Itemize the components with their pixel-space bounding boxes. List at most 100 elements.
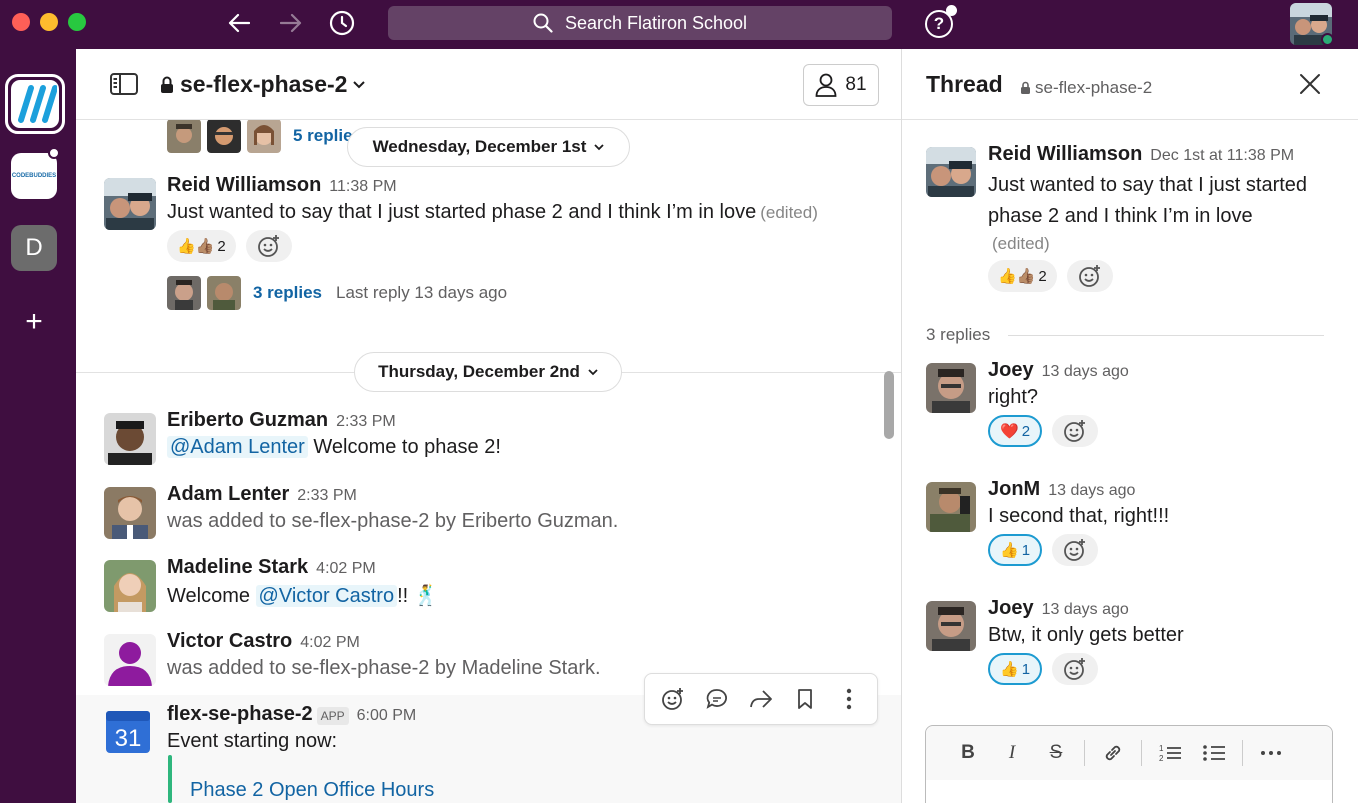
forward-arrow-icon[interactable]: [276, 8, 306, 38]
close-icon[interactable]: [1299, 73, 1323, 97]
search-icon: [533, 13, 553, 33]
user-mention[interactable]: @Victor Castro: [255, 585, 398, 607]
app-badge: APP: [316, 706, 349, 725]
members-button[interactable]: 81: [803, 64, 879, 106]
event-link[interactable]: Phase 2 Open Office Hours: [190, 779, 434, 802]
thread-summary[interactable]: 3 replies Last reply 13 days ago: [167, 276, 818, 310]
timestamp[interactable]: 13 days ago: [1048, 482, 1135, 499]
author-name[interactable]: Eriberto Guzman: [167, 409, 328, 431]
calendar-icon[interactable]: 31: [104, 707, 152, 755]
avatar[interactable]: [926, 601, 976, 651]
search-input[interactable]: Search Flatiron School: [388, 6, 892, 40]
plus-icon: +: [25, 305, 43, 338]
author-name[interactable]: flex-se-phase-2: [167, 703, 313, 725]
timestamp[interactable]: 4:02 PM: [300, 634, 360, 651]
help-notification-dot: [946, 5, 957, 16]
minimize-window-button[interactable]: [40, 13, 58, 31]
strikethrough-button[interactable]: S: [1034, 742, 1078, 764]
last-reply-text: Last reply 13 days ago: [336, 283, 508, 302]
thread-channel-name: se-flex-phase-2: [1035, 78, 1153, 97]
author-name[interactable]: Reid Williamson: [167, 174, 321, 196]
add-reaction-icon[interactable]: [1052, 534, 1099, 566]
workspace-codebuddies[interactable]: CODEBUDDIES: [11, 153, 57, 199]
share-arrow-icon[interactable]: [743, 681, 779, 717]
toolbar-divider: [1141, 740, 1142, 766]
timestamp[interactable]: 11:38 PM: [329, 178, 396, 195]
reaction-thumbs-up[interactable]: 👍👍🏽 2: [988, 260, 1057, 292]
maximize-window-button[interactable]: [68, 13, 86, 31]
add-reaction-icon[interactable]: [1052, 653, 1099, 685]
avatar[interactable]: [104, 413, 156, 465]
timestamp[interactable]: Dec 1st at 11:38 PM: [1150, 147, 1294, 164]
timestamp[interactable]: 6:00 PM: [357, 707, 417, 724]
reply-input[interactable]: [926, 780, 1332, 803]
author-name[interactable]: Madeline Stark: [167, 556, 308, 578]
channel-name: se-flex-phase-2: [180, 71, 348, 97]
emoji: ❤️: [1000, 423, 1019, 440]
reply-in-thread-icon[interactable]: [699, 681, 735, 717]
reply-avatar: [247, 119, 281, 153]
reaction-heart[interactable]: ❤️ 2: [988, 415, 1043, 447]
timestamp[interactable]: 4:02 PM: [316, 560, 376, 577]
author-name[interactable]: JonM: [988, 478, 1040, 500]
add-reaction-icon[interactable]: [1052, 415, 1099, 447]
avatar[interactable]: [926, 147, 976, 197]
avatar[interactable]: [104, 487, 156, 539]
workspace-d[interactable]: D: [11, 225, 57, 271]
ordered-list-icon[interactable]: 12: [1148, 742, 1192, 764]
add-reaction-icon[interactable]: [246, 230, 293, 262]
avatar[interactable]: [926, 482, 976, 532]
member-count: 81: [845, 74, 867, 95]
bullet-list-icon[interactable]: [1192, 742, 1236, 764]
add-reaction-icon[interactable]: [1067, 260, 1114, 292]
timestamp[interactable]: 2:33 PM: [297, 487, 357, 504]
codebuddies-logo: CODEBUDDIES: [11, 173, 57, 179]
author-name[interactable]: Victor Castro: [167, 630, 292, 652]
date-divider-button[interactable]: Wednesday, December 1st: [347, 127, 630, 167]
workspace-notification-dot: [48, 147, 60, 159]
author-name[interactable]: Adam Lenter: [167, 483, 289, 505]
author-name[interactable]: Joey: [988, 597, 1034, 619]
workspace-flatiron[interactable]: [5, 74, 65, 134]
user-mention[interactable]: @Adam Lenter: [167, 436, 308, 458]
timestamp[interactable]: 13 days ago: [1042, 601, 1129, 618]
timestamp[interactable]: 2:33 PM: [336, 413, 396, 430]
thread-channel-link[interactable]: se-flex-phase-2: [1020, 78, 1152, 98]
thread-title: Thread: [926, 71, 1003, 97]
add-reaction-icon[interactable]: [655, 681, 691, 717]
timestamp[interactable]: 13 days ago: [1042, 363, 1129, 380]
more-formatting-icon[interactable]: [1249, 750, 1293, 756]
avatar[interactable]: [104, 178, 156, 230]
event-attachment-bar: [168, 755, 172, 803]
message-text: Welcome to phase 2!: [307, 436, 501, 458]
close-window-button[interactable]: [12, 13, 30, 31]
reaction-thumbs-up[interactable]: 👍 1: [988, 653, 1043, 685]
replies-link[interactable]: 3 replies: [253, 283, 322, 303]
history-clock-icon[interactable]: [327, 8, 357, 38]
date-divider-button[interactable]: Thursday, December 2nd: [354, 352, 622, 392]
bookmark-icon[interactable]: [787, 681, 823, 717]
channel-name-button[interactable]: se-flex-phase-2: [160, 71, 366, 98]
message-text: right?: [988, 386, 1039, 408]
message-text: Welcome: [167, 585, 256, 607]
avatar[interactable]: [104, 634, 156, 686]
svg-text:1: 1: [1159, 744, 1164, 753]
link-icon[interactable]: [1091, 742, 1135, 764]
lock-icon: [1021, 81, 1030, 94]
bold-button[interactable]: B: [946, 742, 990, 764]
add-workspace-button[interactable]: +: [11, 299, 57, 345]
reply-composer[interactable]: B I S 12: [925, 725, 1333, 803]
message-text: Just wanted to say that I just started p…: [988, 174, 1308, 227]
reaction-thumbs-up[interactable]: 👍👍🏽 2: [167, 230, 236, 262]
more-actions-icon[interactable]: [831, 681, 867, 717]
sidebar-toggle-icon[interactable]: [110, 73, 138, 95]
reaction-thumbs-up[interactable]: 👍 1: [988, 534, 1043, 566]
author-name[interactable]: Joey: [988, 359, 1034, 381]
avatar[interactable]: [104, 560, 156, 612]
italic-button[interactable]: I: [990, 742, 1034, 764]
author-name[interactable]: Reid Williamson: [988, 143, 1142, 165]
avatar[interactable]: [926, 363, 976, 413]
back-arrow-icon[interactable]: [224, 8, 254, 38]
scrollbar-thumb[interactable]: [884, 371, 894, 439]
workspace-d-label: D: [25, 234, 43, 261]
